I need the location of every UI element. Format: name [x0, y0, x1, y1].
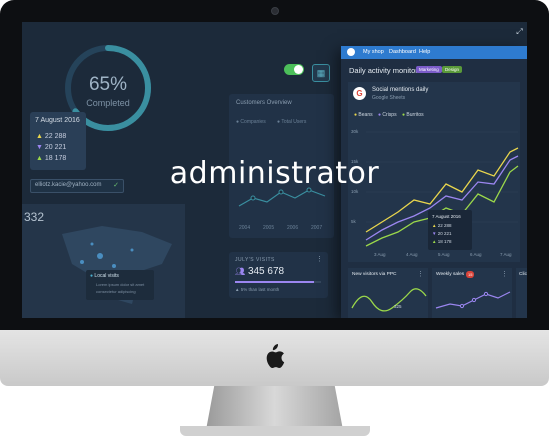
map-legend-line: Lorem ipsum dolor sit amet — [96, 282, 145, 287]
tag-design[interactable]: Design — [442, 66, 463, 73]
weekly-sales-panel: Weekly sales 15 ⋮ — [432, 268, 512, 318]
x-tick: 4 Aug — [406, 252, 418, 257]
tooltip-row: ▼ 20 221 — [432, 231, 452, 236]
ppc-panel: New visitors via PPC ⋮ 325 — [348, 268, 428, 318]
visits-card: JULY'S VISITS ⋮ 👥︎ 345 678 ▲ 5% than las… — [229, 252, 328, 298]
visits-title: JULY'S VISITS — [235, 257, 275, 263]
arrow-up-icon: ▲ — [36, 133, 45, 140]
x-tick: 7 Aug — [500, 252, 512, 257]
visits-value: 👥︎ 345 678 — [235, 266, 285, 277]
window-title: Daily activity monitor — [349, 66, 418, 75]
overlay-title: administrator — [169, 156, 380, 191]
customers-x-tick: 2007 — [311, 225, 323, 231]
google-icon: G — [353, 87, 366, 100]
more-icon[interactable]: ⋮ — [417, 270, 424, 278]
visits-note: ▲ 5% than last month — [235, 287, 280, 292]
weekly-sales-badge: 15 — [466, 271, 475, 278]
toggle-switch[interactable] — [284, 64, 304, 75]
tooltip-date: 7 August 2016 — [432, 214, 461, 219]
x-tick: 6 Aug — [470, 252, 482, 257]
monitor-foot — [180, 426, 370, 436]
map-point — [97, 253, 103, 259]
nav-item[interactable]: My shop — [363, 49, 384, 55]
users-icon: 👥︎ — [235, 267, 246, 276]
y-tick: 5k — [351, 219, 356, 224]
customers-overview-title: Customers Overview — [236, 100, 292, 106]
expand-icon[interactable]: ⤢ — [514, 26, 525, 37]
weekly-sales-sparkline — [435, 291, 511, 309]
ppc-value: 325 — [394, 304, 402, 309]
more-icon[interactable]: ⋮ — [501, 270, 508, 278]
social-title: Social mentions daily — [372, 87, 429, 93]
monitor-stand — [206, 386, 343, 430]
nav-item[interactable]: Dashboard — [389, 49, 416, 55]
clicks-panel: Clic — [516, 268, 527, 318]
ppc-sparkline — [351, 288, 427, 312]
map-point — [130, 248, 134, 252]
map-legend-line: consectetur adipiscing — [96, 289, 136, 294]
x-tick: 3 Aug — [374, 252, 386, 257]
monitor-screen: 65% Completed 7 August 2016 ▲ 22 288 ▼ 2… — [22, 22, 527, 318]
calendar-icon[interactable]: ▦ — [312, 64, 330, 82]
customers-x-tick: 2004 — [239, 225, 251, 231]
camera-icon — [271, 7, 279, 15]
legend-item: ● Crisps — [378, 112, 397, 118]
progress-status: Completed — [86, 98, 130, 108]
nav-item[interactable]: Help — [419, 49, 430, 55]
more-icon[interactable]: ⋮ — [316, 255, 323, 263]
y-tick: 30k — [351, 129, 359, 134]
customers-x-tick: 2006 — [287, 225, 299, 231]
date-summary-row: ▲ 22 288 — [36, 133, 67, 140]
tag-marketing[interactable]: Marketing — [416, 66, 442, 73]
chart-tooltip: 7 August 2016 ▲ 22 288 ▼ 20 221 ▲ 18 178 — [428, 210, 472, 250]
map-point — [80, 260, 84, 264]
legend-item: ● Burritos — [402, 112, 424, 118]
weekly-sales-title: Weekly sales — [436, 272, 465, 277]
clicks-title: Clic — [519, 272, 527, 277]
apple-logo-icon — [266, 344, 285, 368]
top-nav: My shop Dashboard Help — [341, 46, 527, 59]
tooltip-row: ▲ 22 288 — [432, 223, 452, 228]
customers-legend-item: ● Companies — [236, 119, 266, 125]
map-panel: 332 ● Local visits Lorem ipsum dolor sit… — [22, 204, 185, 318]
legend-item: ● Beans — [354, 112, 373, 118]
map-legend-title: ● Local visits — [90, 273, 119, 279]
map-legend: ● Local visits Lorem ipsum dolor sit ame… — [86, 270, 154, 300]
date-summary-row: ▼ 20 221 — [36, 144, 67, 151]
date-summary-date: 7 August 2016 — [35, 117, 80, 124]
customers-legend-item: ● Total Users — [277, 119, 307, 125]
tooltip-row: ▲ 18 178 — [432, 239, 452, 244]
x-tick: 5 Aug — [438, 252, 450, 257]
ppc-title: New visitors via PPC — [352, 272, 397, 277]
arrow-down-icon: ▼ — [36, 144, 45, 151]
customers-x-tick: 2005 — [263, 225, 275, 231]
map-point — [90, 242, 94, 246]
monitor-chin — [0, 330, 549, 386]
world-map — [62, 226, 172, 304]
progress-percent: 65% — [88, 74, 128, 95]
social-subtitle: Google Sheets — [372, 95, 406, 101]
map-point — [112, 264, 116, 268]
globe-icon[interactable] — [347, 48, 355, 56]
